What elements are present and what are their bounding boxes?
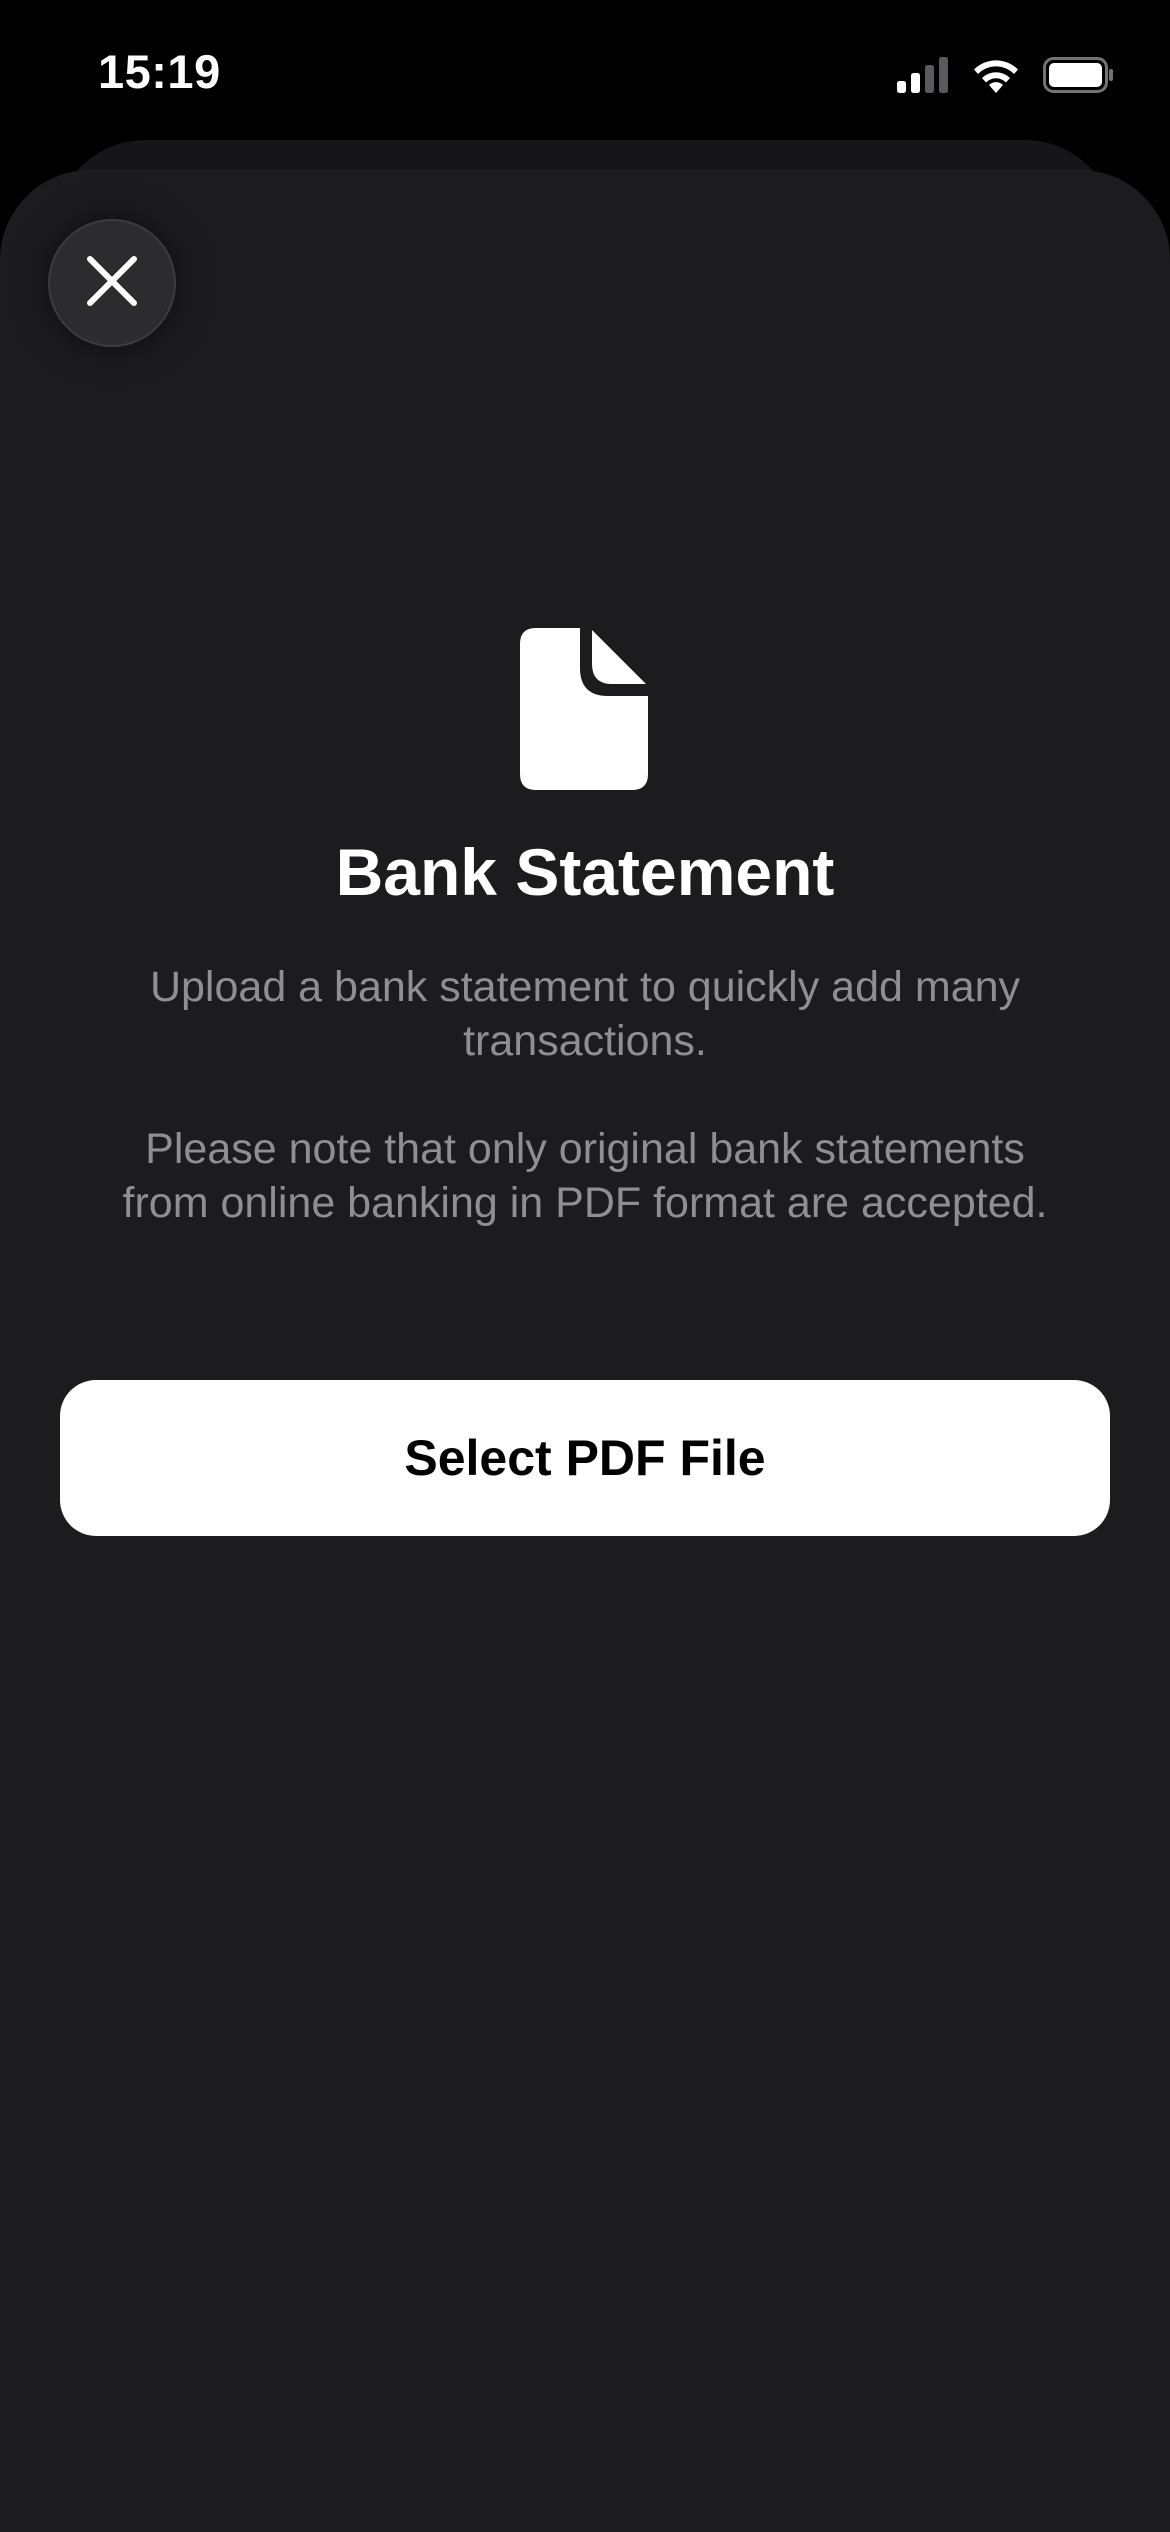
close-icon [84,253,140,314]
page-title: Bank Statement [335,835,835,909]
status-icons [897,52,1115,98]
battery-icon [1043,57,1115,93]
status-time: 15:19 [98,45,221,98]
select-pdf-file-button[interactable]: Select PDF File [60,1380,1110,1536]
bank-statement-sheet [0,170,1170,2532]
status-bar: 15:19 [0,0,1170,142]
format-note: Please note that only original bank stat… [122,1125,1048,1227]
wifi-icon [971,57,1021,93]
close-button[interactable] [48,219,176,347]
select-pdf-file-label: Select PDF File [404,1430,766,1486]
upload-description: Upload a bank statement to quickly add m… [149,963,1021,1065]
cellular-signal-icon [897,57,949,93]
document-icon [520,628,648,790]
